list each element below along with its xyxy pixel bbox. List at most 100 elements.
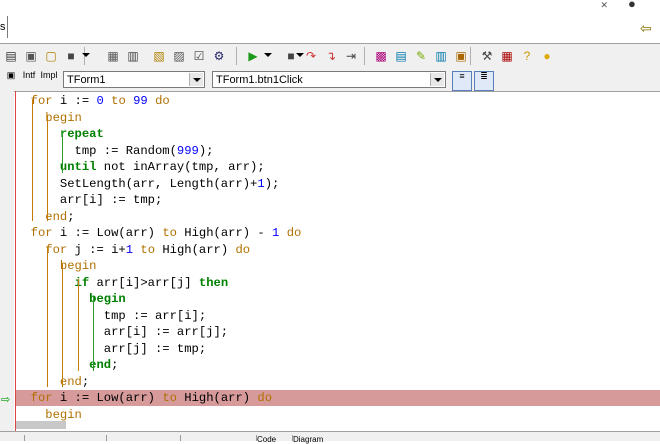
code-token: begin xyxy=(45,110,82,125)
block-guide xyxy=(32,99,33,221)
code-line[interactable]: arr[i] := arr[j]; xyxy=(16,324,660,340)
editor-gutter[interactable] xyxy=(0,91,14,431)
dropdown-caret-icon[interactable] xyxy=(264,53,272,57)
code-line[interactable]: begin xyxy=(16,110,660,126)
block-guide xyxy=(78,279,79,371)
code-token: 1 xyxy=(257,176,265,191)
method-combo[interactable]: TForm1.btn1Click xyxy=(212,71,446,88)
run-to-cursor-icon[interactable]: ⇥ xyxy=(342,47,360,65)
status-panel[interactable] xyxy=(24,435,25,441)
align-left-icon[interactable]: ≡ xyxy=(452,71,472,91)
title-area: s ✕ ● ⇦ xyxy=(0,0,660,44)
code-token: repeat xyxy=(59,127,104,141)
dropdown-caret-icon[interactable] xyxy=(296,53,304,57)
code-token: not inArray(tmp, arr); xyxy=(96,160,265,174)
status-panel[interactable]: Diagram xyxy=(292,435,323,444)
code-line[interactable]: begin xyxy=(16,291,660,307)
code-token: 99 xyxy=(133,94,148,108)
print-icon[interactable]: ▥ xyxy=(124,47,142,65)
save-icon[interactable]: ■ xyxy=(62,47,80,65)
dropdown-caret-icon[interactable] xyxy=(82,53,90,57)
code-line[interactable]: for i := 0 to 99 do xyxy=(16,93,660,109)
toggle-form-unit-icon[interactable]: ⚙ xyxy=(210,47,228,65)
code-token: ); xyxy=(264,176,280,191)
status-panel[interactable] xyxy=(106,435,107,441)
align-center-icon[interactable]: ≣ xyxy=(474,71,494,91)
component-palette-icon[interactable]: ▤ xyxy=(392,47,410,65)
code-line[interactable]: tmp := arr[i]; xyxy=(16,308,660,324)
code-token: for xyxy=(30,94,53,108)
package-icon[interactable]: ▥ xyxy=(432,47,450,65)
chevron-down-icon[interactable] xyxy=(430,73,444,86)
intf-button[interactable]: Intf xyxy=(20,71,38,89)
block-guide xyxy=(93,296,94,371)
editor-tab-stub[interactable]: s xyxy=(0,16,8,38)
trace-into-icon[interactable]: ↷ xyxy=(302,47,320,65)
code-line[interactable]: SetLength(arr, Length(arr)+1); xyxy=(16,176,660,192)
horizontal-scrollbar-thumb[interactable] xyxy=(16,421,66,429)
code-line[interactable]: until not inArray(tmp, arr); xyxy=(16,159,660,175)
code-token: until xyxy=(59,160,97,174)
chevron-down-icon[interactable] xyxy=(189,73,203,86)
toolbar-separator xyxy=(470,47,471,65)
toolbar-separator xyxy=(364,47,365,65)
help-icon[interactable]: ? xyxy=(518,47,536,65)
open-project-icon[interactable]: ▧ xyxy=(150,47,168,65)
code-token: ); xyxy=(198,143,214,158)
impl-button[interactable]: Impl xyxy=(40,71,58,89)
code-token: High(arr) xyxy=(155,242,236,257)
code-line[interactable]: arr[j] := tmp; xyxy=(16,341,660,357)
code-token: arr[i]>arr[j] xyxy=(89,275,199,290)
small-close-icon[interactable]: ✕ xyxy=(600,0,608,11)
code-token: for xyxy=(30,226,53,240)
book-icon[interactable]: ▦ xyxy=(498,47,516,65)
open-icon[interactable]: ▢ xyxy=(42,47,60,65)
impl-label: Impl xyxy=(40,70,58,80)
code-token: tmp := arr[i]; xyxy=(16,308,207,323)
code-line[interactable]: end; xyxy=(16,357,660,373)
add-file-icon[interactable]: ▨ xyxy=(170,47,188,65)
code-line[interactable]: for i := Low(arr) to High(arr) - 1 do xyxy=(16,225,660,241)
tools-icon[interactable]: ⚒ xyxy=(478,47,496,65)
code-token: SetLength(arr, Length(arr)+ xyxy=(16,176,258,191)
code-editor[interactable]: for i := 0 to 99 do begin repeat tmp := … xyxy=(16,91,660,431)
code-line[interactable]: repeat xyxy=(16,126,660,142)
block-guide xyxy=(47,247,48,387)
code-token: i := xyxy=(52,94,97,108)
status-panel[interactable] xyxy=(180,435,181,441)
help-bulb-icon[interactable]: ● xyxy=(628,0,642,11)
database-icon[interactable]: ▣ xyxy=(452,47,470,65)
code-line[interactable]: end; xyxy=(16,209,660,225)
back-arrow-icon[interactable]: ⇦ xyxy=(640,20,656,36)
status-panel[interactable]: Code xyxy=(256,435,276,444)
class-combo-value: TForm1 xyxy=(67,74,106,86)
edit-icon[interactable]: ✎ xyxy=(412,47,430,65)
code-line[interactable]: if arr[i]>arr[j] then xyxy=(16,275,660,291)
code-line[interactable]: tmp := Random(999); xyxy=(16,143,660,159)
code-line[interactable]: begin xyxy=(16,407,660,423)
code-line[interactable]: for j := i+1 to High(arr) do xyxy=(16,242,660,258)
new-unit-icon[interactable]: ▤ xyxy=(2,47,20,65)
new-form-icon[interactable]: ▣ xyxy=(22,47,40,65)
unit-icon[interactable]: ▣ xyxy=(2,71,20,89)
code-line[interactable]: begin xyxy=(16,258,660,274)
step-over-icon[interactable]: ↴ xyxy=(322,47,340,65)
current-code-line[interactable]: for i := Low(arr) to High(arr) do xyxy=(16,390,660,406)
code-line[interactable]: end; xyxy=(16,374,660,390)
save-all-icon[interactable]: ▦ xyxy=(104,47,122,65)
code-line[interactable]: arr[i] := tmp; xyxy=(16,192,660,208)
component-icon[interactable]: ▩ xyxy=(372,47,390,65)
code-token: to xyxy=(162,391,177,405)
code-token: High(arr) xyxy=(176,391,258,405)
tip-icon[interactable]: ● xyxy=(538,47,556,65)
class-combo[interactable]: TForm1 xyxy=(63,71,205,88)
remove-file-icon[interactable]: ☑ xyxy=(190,47,208,65)
block-guide xyxy=(47,115,48,221)
run-icon[interactable]: ▶ xyxy=(244,47,262,65)
code-token: end xyxy=(45,209,68,224)
code-token: if xyxy=(74,275,90,290)
